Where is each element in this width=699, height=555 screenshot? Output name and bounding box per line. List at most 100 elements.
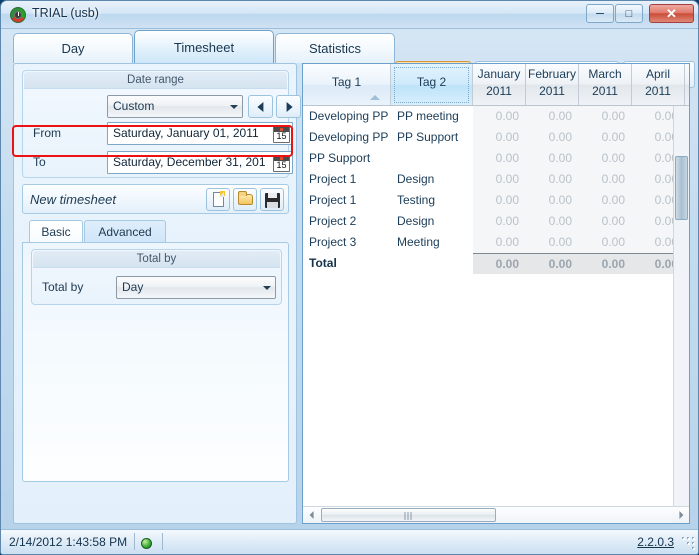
grid-cell-tag[interactable]: Design [391,211,473,232]
grid-cell-value[interactable]: 0.00 [526,169,579,190]
tab-timesheet[interactable]: Timesheet [134,30,274,63]
grid-cell-tag[interactable]: Project 3 [303,232,391,253]
grid-cell-tag[interactable]: Total [303,253,391,274]
column-header-line2: 2011 [592,84,618,98]
grid-cell-value[interactable]: 0.00 [473,127,526,148]
grid-row[interactable]: Project 2Design0.000.000.000.000.00 [303,211,689,232]
grid-cell-value[interactable]: 0.00 [526,211,579,232]
to-date-field[interactable]: Saturday, December 31, 201 15 [107,151,293,174]
app-clock-icon [10,7,26,23]
save-timesheet-button[interactable] [260,188,284,211]
grid-row[interactable]: Developing PPPP meeting0.000.000.000.000… [303,106,689,127]
grid-cell-value[interactable]: 0.00 [526,106,579,127]
grid-cell-value[interactable]: 0.00 [473,190,526,211]
grid-cell-value[interactable]: 0.00 [579,169,632,190]
grid-cell-tag[interactable]: Project 2 [303,211,391,232]
vertical-scroll-thumb[interactable] [675,156,688,220]
grid-cell-tag[interactable]: PP meeting [391,106,473,127]
minimize-button[interactable]: – [586,4,614,23]
grid-cell-value[interactable]: 0.00 [473,211,526,232]
grid-cell-tag[interactable] [391,148,473,169]
grid-column-header[interactable]: Tag 2 [391,64,473,105]
grid-column-header[interactable]: January 2011 [473,64,526,105]
close-icon: ✕ [666,6,677,21]
date-preset-combo[interactable]: Custom [107,95,243,118]
grid-total-row[interactable]: Total0.000.000.000.000.00 [303,253,689,274]
tab-advanced[interactable]: Advanced [84,220,166,243]
grid-cell-value[interactable]: 0.00 [526,148,579,169]
from-label: From [33,126,61,140]
chevron-down-icon [230,105,238,109]
from-date-field[interactable]: Saturday, January 01, 2011 15 [107,122,293,145]
grid-cell-tag[interactable]: PP Support [391,127,473,148]
arrow-right-icon [286,101,293,112]
date-preset-value: Custom [113,99,155,113]
grid-cell-value[interactable]: 0.00 [579,148,632,169]
scroll-left-button[interactable] [303,507,320,523]
options-tab-strip: Basic Advanced [22,220,289,243]
grid-cell-tag[interactable] [391,253,473,274]
grid-cell-tag[interactable]: Project 1 [303,190,391,211]
grid-body: Developing PPPP meeting0.000.000.000.000… [303,106,689,523]
grid-row[interactable]: Project 1Testing0.000.000.000.000.00 [303,190,689,211]
horizontal-scroll-thumb[interactable] [321,508,496,522]
calendar-icon[interactable]: 15 [273,126,290,143]
close-button[interactable]: ✕ [649,4,694,23]
grid-row[interactable]: PP Support0.000.000.000.000.00 [303,148,689,169]
grid-cell-value[interactable]: 0.00 [473,232,526,253]
grid-cell-value[interactable]: 0.00 [473,253,526,274]
grid-column-header[interactable]: March 2011 [579,64,632,105]
grid-column-header[interactable]: Tag 1 [303,64,391,105]
grid-column-header[interactable]: February 2011 [526,64,579,105]
grid-cell-tag[interactable]: Design [391,169,473,190]
grid-cell-tag[interactable]: Project 1 [303,169,391,190]
maximize-icon: □ [625,8,633,20]
grid-cell-tag[interactable]: Developing PP [303,127,391,148]
maximize-button[interactable]: □ [615,4,643,23]
grid-cell-value[interactable]: 0.00 [526,253,579,274]
grid-vertical-scrollbar[interactable] [673,106,689,506]
total-by-combo[interactable]: Day [116,276,276,299]
grid-row[interactable]: Project 1Design0.000.000.000.000.00 [303,169,689,190]
grid-cell-value[interactable]: 0.00 [579,127,632,148]
grid-cell-value[interactable]: 0.00 [526,232,579,253]
grid-cell-value[interactable]: 0.00 [579,106,632,127]
grid-cell-value[interactable]: 0.00 [473,148,526,169]
version-link[interactable]: 2.2.0.3 [637,535,674,549]
grid-cell-tag[interactable]: Developing PP [303,106,391,127]
tab-statistics[interactable]: Statistics [275,33,395,63]
timesheet-grid-panel: Tag 1 Tag 2 January 2011 February 2011 March 20… [302,63,690,524]
scroll-right-button[interactable] [672,507,689,523]
chevron-down-icon [263,286,271,290]
column-header-line2: 2011 [539,84,565,98]
tab-basic[interactable]: Basic [29,220,83,243]
grid-horizontal-scrollbar[interactable] [303,506,689,523]
grid-cell-tag[interactable]: PP Support [303,148,391,169]
grid-row[interactable]: Developing PPPP Support0.000.000.000.000… [303,127,689,148]
resize-grip-icon[interactable] [682,537,695,550]
client-area: Date range Custom From Saturday, January… [6,63,695,554]
new-timesheet-button[interactable] [206,188,230,211]
grid-cell-value[interactable]: 0.00 [473,169,526,190]
column-header-line1: Tag 1 [331,75,362,89]
calendar-icon[interactable]: 15 [273,155,290,172]
grid-column-header[interactable]: May 2011 [685,64,689,105]
date-next-button[interactable] [276,95,301,118]
grid-cell-value[interactable]: 0.00 [579,190,632,211]
grid-row[interactable]: Project 3Meeting0.000.000.000.000.00 [303,232,689,253]
from-date-value: Saturday, January 01, 2011 [113,126,259,140]
arrow-left-icon [309,511,314,519]
grid-cell-value[interactable]: 0.00 [526,190,579,211]
grid-cell-tag[interactable]: Testing [391,190,473,211]
date-prev-button[interactable] [248,95,273,118]
grid-cell-value[interactable]: 0.00 [579,253,632,274]
grid-cell-tag[interactable]: Meeting [391,232,473,253]
grid-cell-value[interactable]: 0.00 [579,232,632,253]
grid-cell-value[interactable]: 0.00 [473,106,526,127]
grid-column-header[interactable]: April 2011 [632,64,685,105]
tab-day[interactable]: Day [13,33,133,63]
open-timesheet-button[interactable] [233,188,257,211]
grid-cell-value[interactable]: 0.00 [526,127,579,148]
title-bar: TRIAL (usb) – □ ✕ [1,1,698,29]
grid-cell-value[interactable]: 0.00 [579,211,632,232]
